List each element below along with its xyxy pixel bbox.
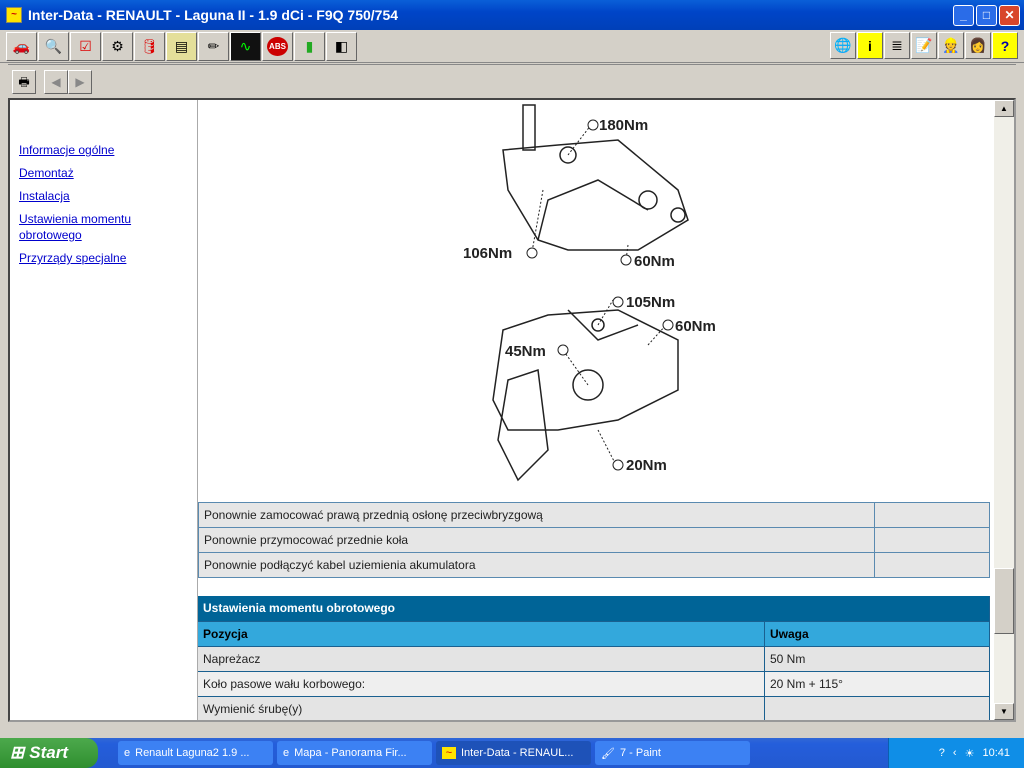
torque-label: 105Nm	[626, 294, 675, 311]
clock: 10:41	[982, 747, 1010, 759]
car-icon[interactable]: 🚗	[6, 32, 37, 61]
notes-icon[interactable]: 📝	[911, 32, 937, 59]
user-icon[interactable]: 👷	[938, 32, 964, 59]
table-row: Koło pasowe wału korbowego: 20 Nm + 115°	[198, 671, 990, 697]
sidebar-link-installation[interactable]: Instalacja	[19, 188, 149, 204]
connector-icon[interactable]: ▮	[294, 32, 325, 61]
oil-icon[interactable]: 🛢	[134, 32, 165, 61]
scroll-up-button[interactable]: ▲	[994, 100, 1014, 117]
sidebar-link-torque[interactable]: Ustawienia momentu obrotowego	[19, 211, 149, 243]
windows-logo-icon: ⊞	[10, 743, 25, 762]
torque-table-title: Ustawienia momentu obrotowego	[198, 596, 990, 622]
print-button[interactable]: 🖶	[12, 69, 36, 94]
torque-label: 45Nm	[505, 343, 546, 360]
checkbox-icon[interactable]: ☑	[70, 32, 101, 61]
taskbar-item[interactable]: ~ Inter-Data - RENAUL...	[436, 741, 591, 765]
task-label: Mapa - Panorama Fir...	[294, 747, 407, 759]
cell-note	[764, 696, 990, 720]
close-button[interactable]: ✕	[999, 5, 1020, 26]
content-area: Informacje ogólne Demontaż Instalacja Us…	[8, 98, 1016, 722]
cell-position: Napreżacz	[198, 646, 765, 672]
person-icon[interactable]: 👩	[965, 32, 991, 59]
oscilloscope-icon[interactable]: ∿	[230, 32, 261, 61]
abs-icon[interactable]: ABS	[262, 32, 293, 61]
taskbar-item[interactable]: 🖌 7 - Paint	[595, 741, 750, 765]
main-toolbar: 🚗 🔍 ☑ ⚙ 🛢 ▤ ✏ ∿ ABS ▮ ◧ 🌐 i ≣ 📝 👷 👩 ?	[0, 30, 1024, 63]
engine-mount-diagram: 180Nm 106Nm 60Nm 105Nm 60Nm 45Nm 20Nm	[463, 104, 716, 482]
torque-label: 180Nm	[599, 117, 648, 134]
table-row: Ponownie podłączyć kabel uziemienia akum…	[198, 552, 990, 578]
task-label: 7 - Paint	[619, 747, 661, 759]
scroll-thumb[interactable]	[994, 568, 1014, 634]
step-text: Ponownie podłączyć kabel uziemienia akum…	[198, 552, 875, 578]
main-pane: 180Nm 106Nm 60Nm 105Nm 60Nm 45Nm 20Nm Po…	[198, 100, 994, 720]
steps-table: Ponownie zamocować prawą przednią osłonę…	[198, 502, 990, 578]
taskbar-item[interactable]: e Mapa - Panorama Fir...	[277, 741, 432, 765]
table-row: Wymienić śrubę(y)	[198, 696, 990, 720]
help-tray-icon[interactable]: ?	[939, 747, 945, 759]
window-title: Inter-Data - RENAULT - Laguna II - 1.9 d…	[28, 7, 399, 23]
engine-icon[interactable]: ▤	[166, 32, 197, 61]
list-icon[interactable]: ≣	[884, 32, 910, 59]
paint-icon: 🖌	[601, 747, 615, 760]
step-note	[874, 527, 990, 553]
sidebar: Informacje ogólne Demontaż Instalacja Us…	[10, 100, 198, 720]
cell-note: 50 Nm	[764, 646, 990, 672]
torque-label: 106Nm	[463, 245, 512, 262]
table-row: Napreżacz 50 Nm	[198, 646, 990, 672]
column-header-position: Pozycja	[198, 621, 765, 647]
step-text: Ponownie zamocować prawą przednią osłonę…	[198, 502, 875, 528]
torque-table: Ustawienia momentu obrotowego Pozycja Uwa…	[198, 596, 990, 720]
sidebar-link-tools[interactable]: Przyrządy specjalne	[19, 250, 149, 266]
sidebar-link-removal[interactable]: Demontaż	[19, 165, 149, 181]
system-tray: ? ‹ ☀ 10:41	[888, 738, 1024, 768]
app-icon: ~	[442, 747, 456, 759]
torque-label: 20Nm	[626, 457, 667, 474]
back-button[interactable]: ◀	[44, 69, 68, 94]
app-icon: ~	[6, 7, 22, 23]
cell-position: Koło pasowe wału korbowego:	[198, 671, 765, 697]
globe-icon[interactable]: 🌐	[830, 32, 856, 59]
scroll-down-button[interactable]: ▼	[994, 703, 1014, 720]
torque-label: 60Nm	[675, 318, 716, 335]
info-icon[interactable]: i	[857, 32, 883, 59]
cell-note: 20 Nm + 115°	[764, 671, 990, 697]
show-hidden-icons[interactable]: ‹	[953, 747, 957, 759]
title-bar: ~ Inter-Data - RENAULT - Laguna II - 1.9…	[0, 0, 1024, 30]
diagram-icon[interactable]: ◧	[326, 32, 357, 61]
step-note	[874, 502, 990, 528]
step-text: Ponownie przymocować przednie koła	[198, 527, 875, 553]
table-row: Ponownie zamocować prawą przednią osłonę…	[198, 502, 990, 528]
sidebar-link-general[interactable]: Informacje ogólne	[19, 142, 149, 158]
help-icon[interactable]: ?	[992, 32, 1018, 59]
forward-button[interactable]: ▶	[68, 69, 92, 94]
step-note	[874, 552, 990, 578]
info-search-icon[interactable]: 🔍	[38, 32, 69, 61]
start-button[interactable]: ⊞ Start	[0, 738, 98, 768]
start-label: Start	[29, 743, 68, 762]
ie-icon: e	[283, 747, 290, 759]
sun-icon[interactable]: ☀	[965, 747, 975, 760]
column-header-note: Uwaga	[764, 621, 990, 647]
nav-toolbar: 🖶 ◀ ▶	[8, 64, 1016, 98]
minimize-button[interactable]: _	[953, 5, 974, 26]
cell-position: Wymienić śrubę(y)	[198, 696, 765, 720]
torque-label: 60Nm	[634, 253, 675, 270]
timing-icon[interactable]: ⚙	[102, 32, 133, 61]
table-row: Ponownie przymocować przednie koła	[198, 527, 990, 553]
pencil-icon[interactable]: ✏	[198, 32, 229, 61]
maximize-button[interactable]: □	[976, 5, 997, 26]
task-label: Inter-Data - RENAUL...	[461, 747, 574, 759]
taskbar: ⊞ Start e Renault Laguna2 1.9 ... e Mapa - …	[0, 738, 1024, 768]
taskbar-item[interactable]: e Renault Laguna2 1.9 ...	[118, 741, 273, 765]
task-label: Renault Laguna2 1.9 ...	[135, 747, 250, 759]
vertical-scrollbar[interactable]: ▲ ▼	[994, 100, 1014, 720]
ie-icon: e	[124, 747, 131, 759]
